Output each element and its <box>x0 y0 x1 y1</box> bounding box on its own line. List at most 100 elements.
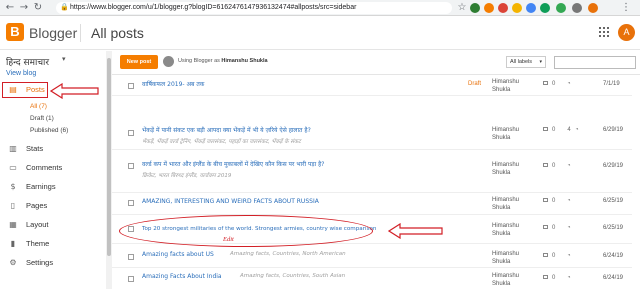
sidebar-sub-draft[interactable]: Draft (1) <box>30 114 54 124</box>
comment-icon <box>543 163 548 168</box>
extension-grey-icon[interactable] <box>572 3 582 13</box>
annotation-ellipse <box>119 215 373 247</box>
posts-icon: ▤ <box>9 85 17 94</box>
table-row[interactable]: वर्ल्ड कप में भारत और इंग्लैंड के बीच मु… <box>112 155 632 193</box>
row-checkbox[interactable] <box>128 163 134 169</box>
comment-count-value: 0 <box>552 253 556 259</box>
views-icon: ◔ <box>575 127 579 133</box>
post-date: 6/29/19 <box>603 127 624 133</box>
table-row[interactable]: भेंकड़ें में पानी संकट एक बड़ी आपदा क्या… <box>112 122 632 150</box>
post-title-link[interactable]: AMAZING, INTERESTING AND WEIRD FACTS ABO… <box>142 198 319 205</box>
new-post-button[interactable]: New post <box>120 55 158 69</box>
sidebar-item-pages[interactable]: ▯ Pages <box>0 199 104 213</box>
apps-grid-icon[interactable] <box>599 27 609 37</box>
back-arrow-icon[interactable]: ← <box>4 2 16 14</box>
blog-name-selector[interactable]: हिन्द समाचार <box>6 55 49 68</box>
comment-count: 0 <box>543 163 555 169</box>
extension-green-icon[interactable] <box>470 3 480 13</box>
comment-count: 0 <box>543 81 555 87</box>
comment-count-value: 0 <box>552 81 556 87</box>
blogger-logo-icon[interactable]: B <box>6 23 24 41</box>
search-input[interactable] <box>554 56 636 69</box>
app-name[interactable]: Blogger <box>29 25 77 41</box>
row-checkbox[interactable] <box>128 276 134 282</box>
lock-icon: 🔒 <box>60 4 69 11</box>
post-title-link[interactable]: भेंकड़ें में पानी संकट एक बड़ी आपदा क्या… <box>142 126 311 134</box>
edit-annotation-label: Edit <box>223 236 234 243</box>
post-date: 6/29/19 <box>603 163 624 169</box>
forward-arrow-icon[interactable]: → <box>18 2 30 14</box>
row-checkbox[interactable] <box>128 200 134 206</box>
views-icon: ◔ <box>567 275 571 281</box>
sidebar-item-label: Comments <box>26 163 63 172</box>
table-row[interactable]: AMAZING, INTERESTING AND WEIRD FACTS ABO… <box>112 193 632 215</box>
address-bar[interactable]: 🔒 https://www.blogger.com/u/1/blogger.g?… <box>56 2 452 14</box>
stats-icon: ▥ <box>9 144 17 153</box>
view-blog-link[interactable]: View blog <box>6 70 36 77</box>
browser-toolbar: ← → ↻ 🔒 https://www.blogger.com/u/1/blog… <box>0 0 640 16</box>
extension-g-icon[interactable] <box>556 3 566 13</box>
pages-icon: ▯ <box>10 201 16 210</box>
views-icon: ◔ <box>567 253 571 259</box>
post-labels: भेंकड़ें, भेंकड़ें वर्ल्ड ट्रेनिंग, भेंक… <box>142 139 301 145</box>
post-author: Himanshu Shukla <box>492 127 520 141</box>
row-checkbox[interactable] <box>128 254 134 260</box>
sidebar-scrollbar-thumb[interactable] <box>107 58 111 256</box>
sidebar-item-stats[interactable]: ▥ Stats <box>0 142 104 156</box>
post-author: Himanshu Shukla <box>492 197 520 211</box>
menu-dots-icon[interactable]: ⋮ <box>620 2 632 14</box>
post-date: 6/24/19 <box>603 253 624 259</box>
post-labels: Amazing facts, Countries, South Asian <box>240 273 346 279</box>
sidebar-sub-published[interactable]: Published (6) <box>30 126 68 136</box>
extension-chrome-icon[interactable] <box>498 3 508 13</box>
extension-sheets-icon[interactable] <box>540 3 550 13</box>
row-checkbox[interactable] <box>128 83 134 89</box>
post-author: Himanshu Shukla <box>492 273 520 287</box>
table-row[interactable]: Amazing facts about US Amazing facts, Co… <box>112 248 632 268</box>
post-date: 6/25/19 <box>603 225 624 231</box>
post-title-link[interactable]: Amazing facts about US <box>142 251 214 258</box>
labels-select[interactable]: All labels ▾ <box>506 56 546 68</box>
annotation-arrow-edit <box>388 223 443 239</box>
sidebar-item-comments[interactable]: ▭ Comments <box>0 161 104 175</box>
table-row[interactable]: Amazing Facts About India Amazing facts,… <box>112 270 632 289</box>
views-icon: ◔ <box>567 225 571 231</box>
extension-google-icon[interactable] <box>526 3 536 13</box>
layout-icon: ▦ <box>9 220 17 229</box>
post-author: Himanshu Shukla <box>492 223 520 237</box>
extension-orange-icon[interactable] <box>484 3 494 13</box>
post-author: Himanshu Shukla <box>492 79 520 93</box>
post-title-link[interactable]: Amazing Facts About India <box>142 273 222 280</box>
profile-icon[interactable] <box>588 3 598 13</box>
comment-count: 04 <box>543 127 571 133</box>
sidebar-item-settings[interactable]: ⚙ Settings <box>0 256 104 270</box>
table-row[interactable]: वार्षिकफल 2019- अब तक Draft Himanshu Shu… <box>112 76 632 96</box>
reload-icon[interactable]: ↻ <box>32 2 44 14</box>
chevron-down-icon: ▾ <box>539 59 542 65</box>
sidebar-item-label: Theme <box>26 239 50 248</box>
row-checkbox[interactable] <box>128 130 134 136</box>
sidebar-item-theme[interactable]: ▮ Theme <box>0 237 104 251</box>
comment-count-value: 0 <box>552 198 556 204</box>
avatar[interactable]: A <box>618 24 635 41</box>
comment-count-value: 0 <box>552 225 556 231</box>
views-icon: ◔ <box>567 81 571 87</box>
views-icon: ◔ <box>567 198 571 204</box>
comment-icon <box>543 127 548 132</box>
sidebar-item-earnings[interactable]: $ Earnings <box>0 180 104 194</box>
chevron-down-icon[interactable]: ▾ <box>62 55 66 63</box>
extension-yellow-icon[interactable] <box>512 3 522 13</box>
comment-icon <box>543 253 548 258</box>
using-blogger-as: Using Blogger as Himanshu Shukla <box>178 58 268 64</box>
comment-icon <box>543 198 548 203</box>
post-title-link[interactable]: वार्षिकफल 2019- अब तक <box>142 80 204 88</box>
comment-count: 0 <box>543 253 555 259</box>
sidebar-sub-all[interactable]: All (7) <box>30 102 47 112</box>
using-prefix: Using Blogger as <box>178 58 220 64</box>
star-icon[interactable]: ☆ <box>456 2 468 14</box>
sidebar-item-label: Earnings <box>26 182 56 191</box>
sidebar-item-layout[interactable]: ▦ Layout <box>0 218 104 232</box>
settings-icon: ⚙ <box>9 258 17 267</box>
post-title-link[interactable]: वर्ल्ड कप में भारत और इंग्लैंड के बीच मु… <box>142 160 324 168</box>
comment-count-value: 0 <box>552 275 556 281</box>
